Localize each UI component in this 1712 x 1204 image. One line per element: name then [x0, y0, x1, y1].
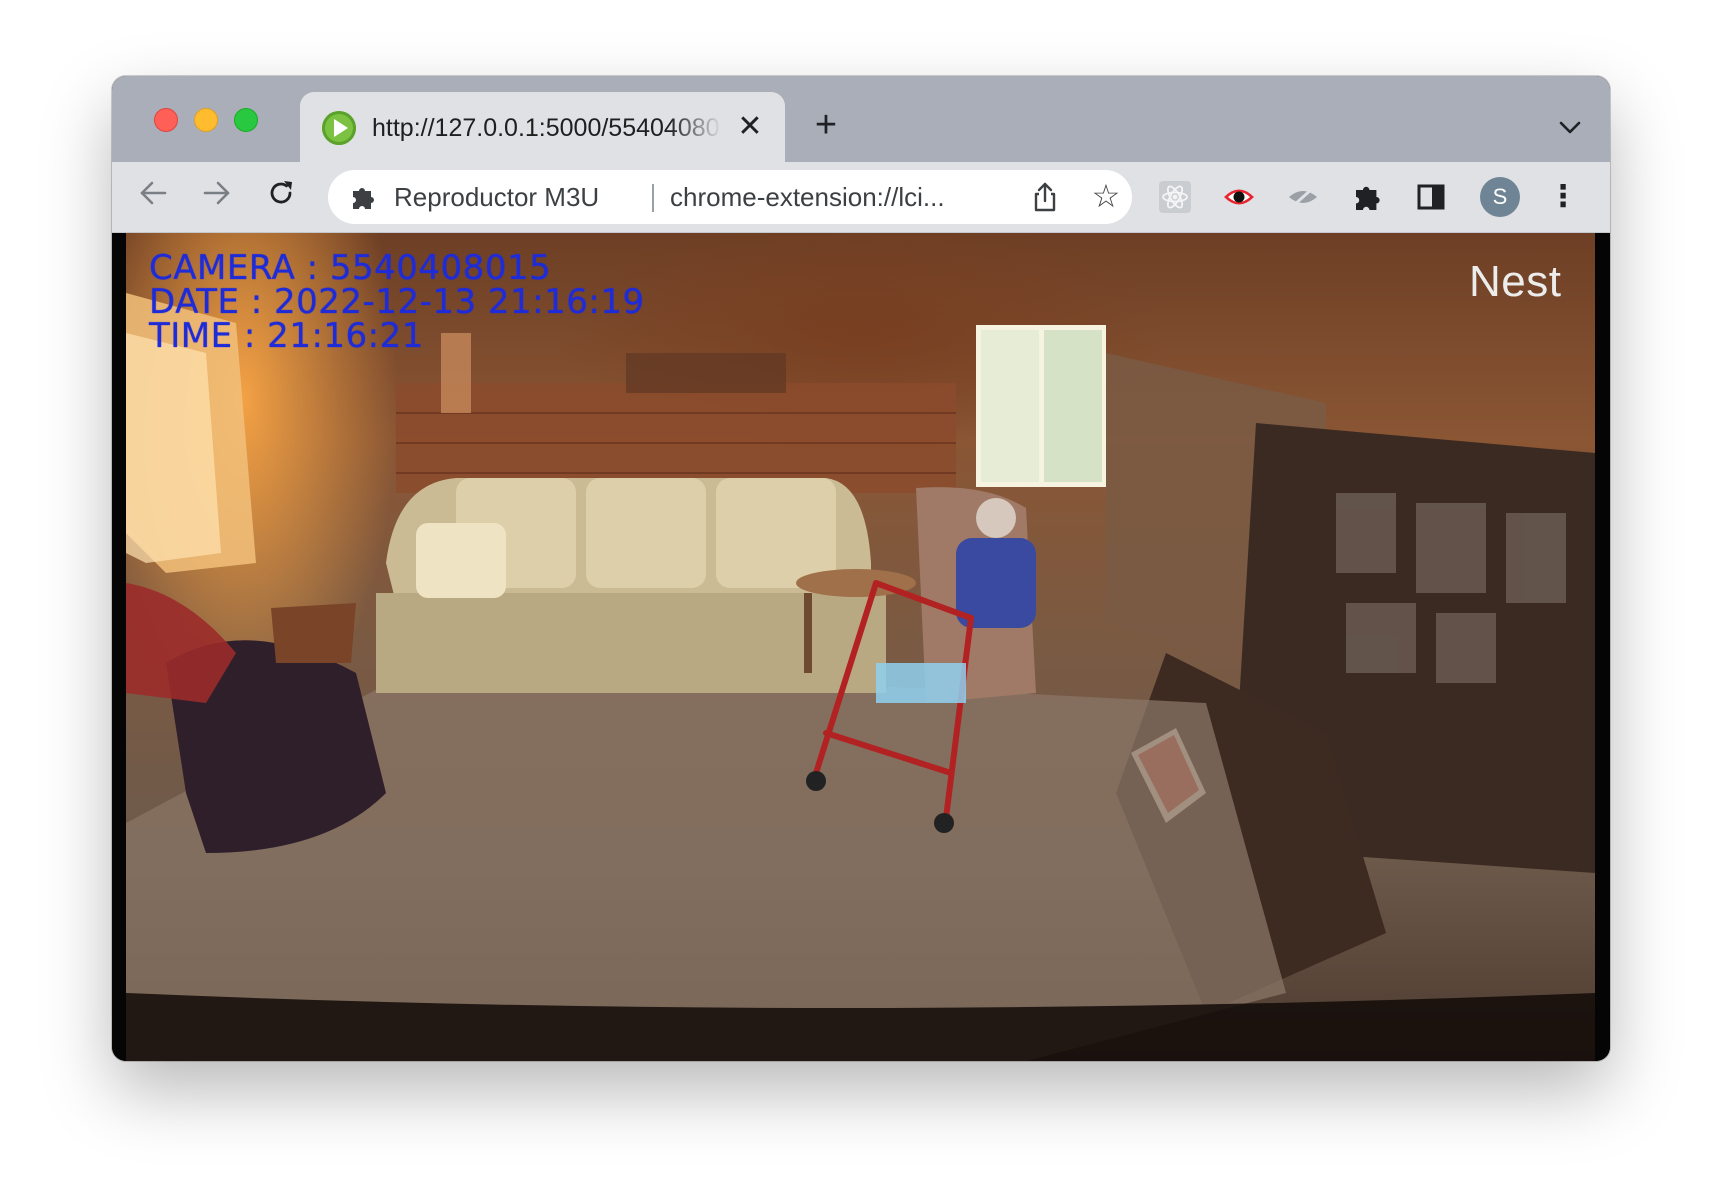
plus-icon: + — [814, 104, 838, 146]
camera-id-overlay: CAMERA : 5540408015 — [149, 248, 552, 288]
share-icon[interactable] — [1028, 180, 1062, 214]
profile-avatar[interactable]: S — [1480, 177, 1520, 217]
atom-icon — [1159, 181, 1191, 213]
arrow-right-icon — [203, 181, 230, 205]
extension-atom-button[interactable] — [1158, 180, 1192, 214]
address-bar[interactable]: Reproductor M3U chrome-extension://lci..… — [328, 170, 1132, 224]
forward-button[interactable] — [196, 176, 238, 218]
back-button[interactable] — [132, 176, 174, 218]
date-overlay: DATE : 2022-12-13 21:16:19 — [149, 282, 645, 322]
kebab-menu-icon[interactable]: ⋮ — [1548, 177, 1578, 217]
tab-strip: http://127.0.0.1:5000/5540408015 ✕ + — [112, 76, 1610, 162]
chevron-down-icon — [1559, 121, 1581, 134]
arrow-left-icon — [140, 181, 167, 205]
play-circle-icon — [322, 111, 356, 145]
eye-slash-icon — [1289, 186, 1317, 208]
star-icon[interactable]: ☆ — [1088, 178, 1124, 214]
browser-window: http://127.0.0.1:5000/5540408015 ✕ + Rep… — [112, 76, 1610, 1061]
browser-toolbar: Reproductor M3U chrome-extension://lci..… — [112, 162, 1610, 233]
window-close-button[interactable] — [154, 108, 178, 132]
extension-eye-slash-button[interactable] — [1286, 180, 1320, 214]
omnibox-divider — [652, 184, 654, 212]
nest-watermark: Nest — [1469, 257, 1562, 306]
extension-eye-button[interactable] — [1222, 180, 1256, 214]
video-viewport[interactable]: CAMERA : 5540408015 DATE : 2022-12-13 21… — [112, 233, 1610, 1061]
camera-frame[interactable]: CAMERA : 5540408015 DATE : 2022-12-13 21… — [126, 233, 1595, 1061]
puzzle-icon — [1356, 186, 1380, 210]
reload-icon — [270, 181, 292, 204]
browser-tab[interactable]: http://127.0.0.1:5000/5540408015 ✕ — [300, 92, 785, 162]
extension-name: Reproductor M3U — [394, 182, 600, 212]
puzzle-icon — [353, 188, 374, 209]
window-minimize-button[interactable] — [194, 108, 218, 132]
window-maximize-button[interactable] — [234, 108, 258, 132]
url-text[interactable]: chrome-extension://lci... — [670, 170, 1015, 224]
side-panel-button[interactable] — [1414, 180, 1448, 214]
extensions-button[interactable] — [1350, 180, 1384, 214]
tab-search-button[interactable] — [1552, 110, 1588, 146]
side-panel-icon — [1417, 184, 1445, 210]
time-overlay: TIME : 21:16:21 — [149, 316, 424, 356]
eye-icon — [1224, 189, 1254, 205]
close-icon[interactable]: ✕ — [732, 109, 768, 145]
camera-scene-image — [126, 293, 1595, 1061]
tab-title: http://127.0.0.1:5000/5540408015 — [372, 114, 722, 142]
new-tab-button[interactable]: + — [804, 104, 848, 148]
reload-button[interactable] — [260, 176, 302, 218]
